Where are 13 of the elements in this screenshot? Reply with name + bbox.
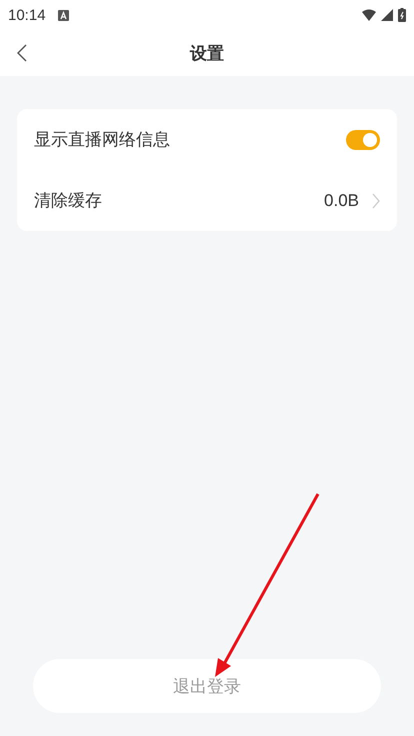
back-icon xyxy=(16,44,28,62)
wifi-icon xyxy=(362,9,376,21)
setting-label: 清除缓存 xyxy=(34,190,102,212)
setting-label: 显示直播网络信息 xyxy=(34,129,170,151)
battery-icon xyxy=(398,8,406,22)
toggle-switch[interactable] xyxy=(346,130,380,150)
settings-row[interactable]: 清除缓存 0.0B xyxy=(34,170,380,231)
page-title: 设置 xyxy=(190,42,224,64)
notification-icon xyxy=(58,10,69,20)
setting-value: 0.0B xyxy=(324,190,359,210)
chevron-icon xyxy=(372,192,380,208)
signal-icon xyxy=(381,9,393,21)
status-time: 10:14 xyxy=(8,6,46,24)
